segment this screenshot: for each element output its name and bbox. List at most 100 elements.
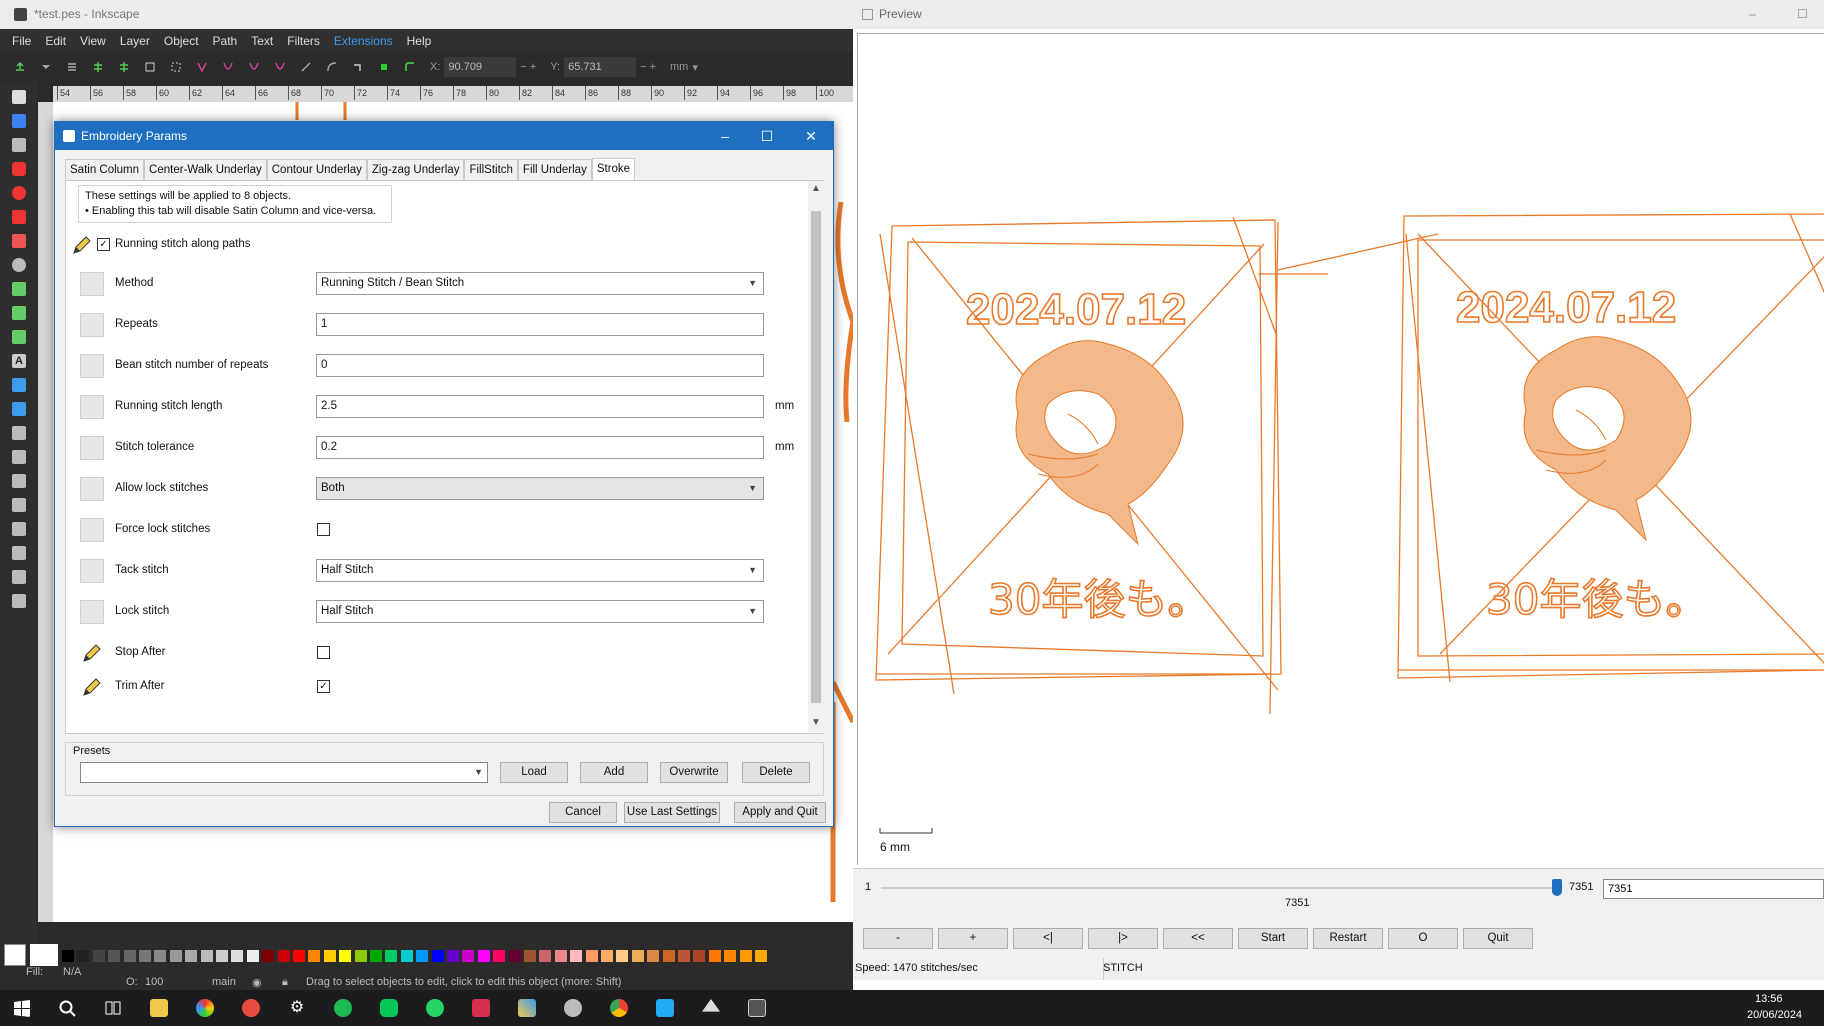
stitch-slider-thumb[interactable] [1552,879,1562,896]
star-tool-icon[interactable] [12,210,26,224]
node-join-icon[interactable] [92,61,104,73]
palette-swatch[interactable] [662,950,675,962]
tolerance-input[interactable]: 0.2 [316,436,764,459]
spiral-tool-icon[interactable] [12,258,26,272]
running-length-input[interactable]: 2.5 [316,395,764,418]
use-last-settings-button[interactable]: Use Last Settings [624,802,720,823]
vscode-icon[interactable] [656,999,674,1017]
method-select[interactable]: Running Stitch / Bean Stitch ▼ [316,272,764,295]
menu-file[interactable]: File [12,34,31,48]
palette-swatch[interactable] [601,950,613,962]
eraser-tool-icon[interactable] [12,498,26,512]
restart-button[interactable]: Restart [1313,928,1383,949]
tweak-tool-icon[interactable] [12,138,26,152]
stitch-preview-canvas[interactable]: 2024.07.12 2024.07.12 30年後も。 30年後も。 6 mm [857,33,1824,865]
palette-swatch[interactable] [354,950,367,962]
maximize-button[interactable]: ☐ [1797,0,1808,29]
raise-icon[interactable] [14,61,26,73]
node-auto-icon[interactable] [274,61,286,73]
lock-select[interactable]: Half Stitch ▼ [316,600,764,623]
palette-swatch[interactable] [693,950,706,962]
presets-combo[interactable]: ▼ [80,762,488,783]
stop-after-checkbox[interactable] [317,646,330,659]
y-input[interactable]: 65.731 [564,57,637,77]
param-toggle-box[interactable] [80,600,104,624]
close-button[interactable]: ✕ [789,122,833,150]
white-swatch[interactable] [30,944,58,966]
palette-swatch[interactable] [308,950,321,962]
step-forward-button[interactable]: |> [1088,928,1158,949]
file-explorer-icon[interactable] [150,999,168,1017]
allow-lock-select[interactable]: Both ▼ [316,477,764,500]
menu-path[interactable]: Path [213,34,238,48]
palette-swatch[interactable] [169,950,182,962]
menu-object[interactable]: Object [164,34,199,48]
search-icon[interactable] [58,999,76,1017]
menu-edit[interactable]: Edit [45,34,66,48]
pen-tool-icon[interactable] [12,282,26,296]
palette-swatch[interactable] [739,950,752,962]
palette-swatch[interactable] [416,950,429,962]
node-smooth-icon[interactable] [222,61,234,73]
media-app-icon[interactable] [242,999,260,1017]
palette-swatch[interactable] [462,950,475,962]
segment-curve-icon[interactable] [326,61,338,73]
gradient-tool-icon[interactable] [12,378,26,392]
node-add-icon[interactable] [144,61,156,73]
palette-swatch[interactable] [431,950,444,962]
node-cusp-icon[interactable] [196,61,208,73]
param-toggle-box[interactable] [80,477,104,501]
palette-swatch[interactable] [755,950,767,962]
slower-button[interactable]: - [863,928,933,949]
param-toggle-box[interactable] [80,518,104,542]
spotify-icon[interactable] [334,999,352,1017]
pencil-tool-icon[interactable] [12,306,26,320]
line-app-icon[interactable] [380,999,398,1017]
apply-and-quit-button[interactable]: Apply and Quit [734,802,826,823]
mesh-tool-icon[interactable] [12,402,26,416]
settings-gear-icon[interactable]: ⚙ [288,999,306,1017]
node-break-icon[interactable] [118,61,130,73]
palette-swatch[interactable] [262,950,275,962]
scroll-up-icon[interactable]: ▲ [811,183,821,194]
trim-after-checkbox[interactable]: ✓ [317,680,330,693]
panel-scrollbar[interactable]: ▲ ▼ [808,181,824,733]
tab-fillstitch[interactable]: FillStitch [464,159,518,180]
palette-swatch[interactable] [200,950,213,962]
palette-swatch[interactable] [508,950,521,962]
palette-swatch[interactable] [585,950,598,962]
inkscape-taskbar-icon[interactable] [702,999,720,1012]
whatsapp-icon[interactable] [426,999,444,1017]
dropdown-icon[interactable] [40,61,52,73]
palette-swatch[interactable] [477,950,490,962]
palette-swatch[interactable] [678,950,690,962]
palette-swatch[interactable] [277,950,290,962]
palette-swatch[interactable] [724,950,737,962]
node-symmetric-icon[interactable] [248,61,260,73]
palette-swatch[interactable] [400,950,413,962]
palette-swatch[interactable] [123,950,136,962]
scroll-down-icon[interactable]: ▼ [811,717,821,728]
tab-fill-underlay[interactable]: Fill Underlay [517,159,592,180]
path-reverse-icon[interactable] [352,61,364,73]
palette-swatch[interactable] [293,950,305,962]
palette-swatch[interactable] [616,950,629,962]
scrollbar-thumb[interactable] [811,211,821,703]
tab-zigzag-underlay[interactable]: Zig-zag Underlay [366,159,465,180]
minimize-button[interactable]: – [1749,0,1756,29]
palette-swatch[interactable] [62,950,74,962]
git-app-icon[interactable] [518,999,536,1017]
text-tool-icon[interactable]: A [12,354,26,368]
rect-tool-icon[interactable] [12,162,26,176]
unit-select[interactable]: mm ▾ [670,61,698,74]
x-stepper[interactable]: − + [520,61,536,73]
tab-stroke[interactable]: Stroke [591,158,636,180]
param-toggle-box[interactable] [80,354,104,378]
tab-satin-column[interactable]: Satin Column [65,159,145,180]
palette-swatch[interactable] [631,950,644,962]
maximize-button[interactable]: ☐ [745,122,789,150]
lock-icon[interactable]: 🔒︎ [282,976,288,989]
paint-bucket-tool-icon[interactable] [12,450,26,464]
toggle-npp-button[interactable]: O [1388,928,1458,949]
photos-app-icon[interactable] [196,999,214,1017]
